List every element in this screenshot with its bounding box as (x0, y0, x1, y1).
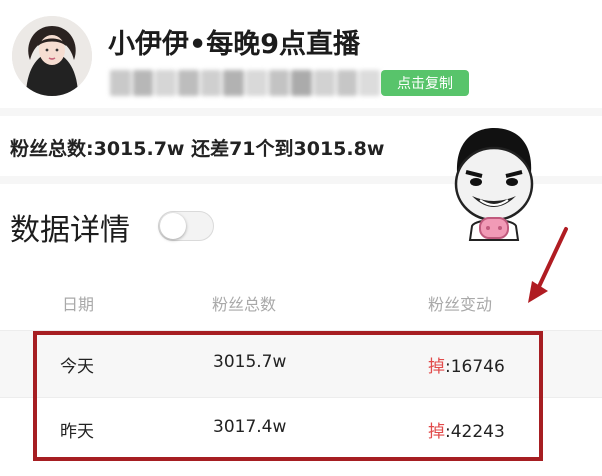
highlight-box (33, 331, 543, 461)
avatar[interactable] (12, 16, 92, 96)
fans-summary: 粉丝总数:3015.7w 还差71个到3015.8w (10, 138, 385, 160)
copy-button[interactable]: 点击复制 (381, 70, 469, 96)
column-header-change: 粉丝变动 (428, 295, 493, 314)
annotation-arrow-icon (528, 227, 568, 303)
column-header-total: 粉丝总数 (212, 295, 277, 314)
section-separator (0, 108, 602, 116)
data-details-toggle[interactable] (158, 211, 214, 241)
live-channel-title: 小伊伊•每晚9点直播 (108, 29, 361, 60)
toggle-knob (160, 213, 186, 239)
column-header-date: 日期 (62, 295, 95, 314)
blurred-account-id (110, 70, 381, 96)
data-details-title: 数据详情 (10, 213, 130, 248)
